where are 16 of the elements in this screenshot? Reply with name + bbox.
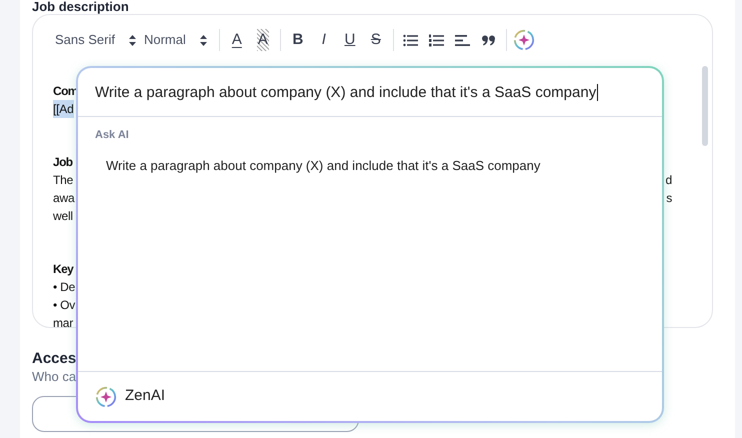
editor-text: • Ov [53, 297, 76, 314]
section-subtitle: Who ca [32, 368, 76, 386]
editor-text: mar [53, 315, 74, 327]
section-title: Acces [32, 350, 76, 368]
editor-text: [[Ad [53, 100, 74, 118]
editor-text: well [53, 208, 73, 225]
editor-text: Job [53, 154, 73, 171]
editor-text: awa [53, 190, 74, 207]
section-label: Ask AI [95, 128, 130, 143]
editor-text: • De [53, 279, 76, 296]
editor-text: Key [53, 261, 74, 278]
editor-text: The [53, 172, 74, 189]
editor-text: d [666, 172, 672, 189]
section-title: Job description [32, 0, 129, 13]
editor-text: s [666, 190, 672, 207]
brand-label: ZenAI [125, 386, 166, 406]
